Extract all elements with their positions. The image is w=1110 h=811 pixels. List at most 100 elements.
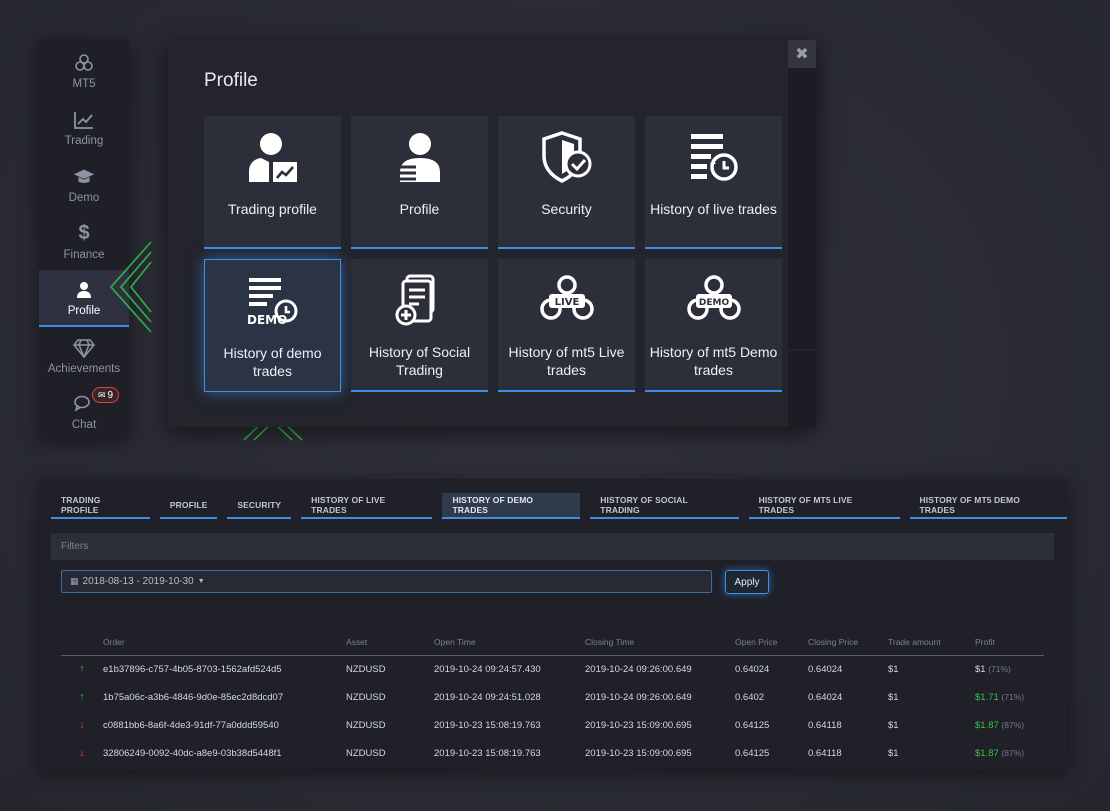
table-header-row: Order Asset Open Time Closing Time Open …: [61, 629, 1044, 656]
closing-time: 2019-10-23 15:09:00.695: [585, 747, 692, 759]
tile-label: History of demo trades: [223, 345, 322, 379]
open-time: 2019-10-24 09:24:51.028: [434, 691, 541, 703]
table-row[interactable]: ↓ 32806249-0092-40dc-a8e9-03b38d5448f1 NZD…: [61, 739, 1044, 767]
closing-price: 0.64024: [808, 691, 843, 703]
tab-profile[interactable]: PROFILE: [159, 493, 218, 519]
closing-price: 0.64118: [808, 719, 842, 731]
tile-label: Profile: [399, 201, 440, 217]
history-demo-icon: DEMO: [245, 260, 301, 332]
direction-up-icon: ↑: [79, 691, 85, 703]
asset: NZDUSD: [346, 663, 386, 675]
asset: NZDUSD: [346, 747, 386, 759]
tab-history-demo-trades[interactable]: HISTORY OF DEMO TRADES: [442, 493, 581, 519]
order-id: 32806249-0092-40dc-a8e9-03b38d5448f1: [103, 747, 282, 759]
tile-security[interactable]: Security: [498, 116, 635, 249]
tile-history-demo-trades[interactable]: DEMO History of demo trades: [204, 259, 341, 392]
profit-value: $1.87: [975, 747, 999, 759]
asset: NZDUSD: [346, 719, 386, 731]
chat-unread-badge: ✉ 9: [92, 387, 120, 403]
open-price: 0.64024: [735, 663, 770, 675]
profit-percent: (71%): [1001, 691, 1025, 702]
tile-label: Security: [541, 201, 592, 217]
table-row[interactable]: ↑ 1b75a06c-a3b6-4846-9d0e-85ec2d8dcd07 NZD…: [61, 683, 1044, 711]
sidebar-item-demo[interactable]: Demo: [39, 156, 129, 213]
tile-label: History of mt5 Live trades: [508, 344, 625, 378]
tab-security[interactable]: SECURITY: [227, 493, 292, 519]
table-row[interactable]: ↓ c0881bb6-8a6f-4de3-91df-77a0ddd59540 NZD…: [61, 711, 1044, 739]
closing-price: 0.64118: [808, 747, 842, 759]
tab-history-live-trades[interactable]: HISTORY OF LIVE TRADES: [301, 493, 433, 519]
profit-cell: $1.71 (71%): [975, 683, 1044, 711]
tile-label: History of Social Trading: [368, 344, 471, 378]
tile-profile[interactable]: Profile: [351, 116, 488, 249]
open-time: 2019-10-24 09:24:57.430: [434, 663, 541, 675]
sidebar-item-trading[interactable]: Trading: [39, 99, 129, 156]
sidebar-item-mt5[interactable]: MT5: [39, 42, 129, 99]
open-price: 0.64125: [735, 719, 770, 731]
mt5-live-icon: LIVE: [539, 259, 595, 331]
profit-cell: $1.87 (87%): [975, 711, 1044, 739]
filters-header: Filters: [51, 533, 1054, 560]
direction-up-icon: ↑: [79, 663, 85, 676]
mt5-icon: [73, 52, 95, 74]
date-range-value: 2018-08-13 - 2019-10-30: [82, 576, 194, 587]
profit-percent: (87%): [1001, 747, 1025, 758]
tile-label: History of live trades: [650, 201, 777, 217]
table-row[interactable]: ↑ e1b37896-c757-4b05-8703-1562afd524d5 NZD…: [61, 655, 1044, 683]
tab-history-mt5-demo-trades[interactable]: HISTORY OF MT5 DEMO TRADES: [909, 493, 1067, 519]
open-time: 2019-10-23 15:08:19.763: [434, 719, 541, 731]
social-trading-icon: [393, 259, 447, 331]
col-order: Order: [103, 629, 346, 656]
sidebar-item-label: Chat: [71, 418, 97, 431]
tile-trading-profile[interactable]: Trading profile: [204, 116, 341, 249]
sidebar-item-label: Profile: [67, 304, 101, 317]
closing-time: 2019-10-24 09:26:00.649: [585, 691, 692, 703]
profit-percent: (71%): [988, 663, 1011, 674]
sidebar-item-label: Finance: [63, 248, 105, 261]
closing-time: 2019-10-23 15:09:00.695: [585, 719, 692, 731]
modal-title: Profile: [204, 70, 258, 91]
tile-history-mt5-demo-trades[interactable]: DEMO History of mt5 Demo trades: [645, 259, 782, 392]
tab-history-mt5-live-trades[interactable]: HISTORY OF MT5 LIVE TRADES: [748, 493, 900, 519]
close-button[interactable]: ✖: [788, 40, 816, 68]
svg-text:DEMO: DEMO: [698, 298, 729, 308]
asset: NZDUSD: [346, 691, 386, 703]
tile-history-live-trades[interactable]: History of live trades: [645, 116, 782, 249]
tile-label: History of mt5 Demo trades: [649, 344, 778, 378]
col-direction: [61, 629, 103, 656]
apply-button[interactable]: Apply: [725, 570, 769, 594]
dollar-icon: $: [78, 222, 90, 244]
mt5-demo-icon: DEMO: [686, 259, 742, 331]
profit-value: $1.71: [975, 691, 999, 703]
profit-cell: $1.87 (87%): [975, 739, 1044, 767]
sidebar-item-chat[interactable]: Chat ✉ 9: [39, 383, 129, 440]
col-closing-time: Closing Time: [585, 629, 735, 656]
user-icon: [73, 279, 95, 301]
col-asset: Asset: [346, 629, 434, 656]
trading-chart-icon: [73, 109, 95, 131]
trade-amount: $1: [888, 663, 899, 675]
open-price: 0.6402: [735, 691, 765, 703]
pointer-arrow-left-icon: [109, 241, 152, 333]
open-time: 2019-10-23 15:08:19.763: [434, 747, 541, 759]
trading-profile-icon: [247, 116, 299, 188]
diamond-icon: [73, 337, 95, 359]
profit-cell: $1 (71%): [975, 655, 1044, 683]
profit-value: $1: [975, 663, 986, 675]
closing-price: 0.64024: [808, 663, 843, 675]
envelope-icon: ✉: [98, 389, 106, 400]
tile-history-social-trading[interactable]: History of Social Trading: [351, 259, 488, 392]
profile-icon: [394, 116, 446, 188]
order-id: c0881bb6-8a6f-4de3-91df-77a0ddd59540: [103, 719, 279, 731]
col-trade-amount: Trade amount: [888, 629, 975, 656]
date-range-picker[interactable]: ▦ 2018-08-13 - 2019-10-30 ▼: [61, 570, 712, 593]
trades-table: Order Asset Open Time Closing Time Open …: [61, 629, 1044, 767]
closing-time: 2019-10-24 09:26:00.649: [585, 663, 692, 675]
profit-percent: (87%): [1001, 719, 1025, 730]
tab-trading-profile[interactable]: TRADING PROFILE: [51, 493, 150, 519]
calendar-icon: ▦: [70, 576, 79, 586]
tab-history-social-trading[interactable]: HISTORY OF SOCIAL TRADING: [590, 493, 739, 519]
tile-history-mt5-live-trades[interactable]: LIVE History of mt5 Live trades: [498, 259, 635, 392]
caret-down-icon: ▼: [197, 578, 205, 585]
trade-amount: $1: [888, 747, 899, 759]
